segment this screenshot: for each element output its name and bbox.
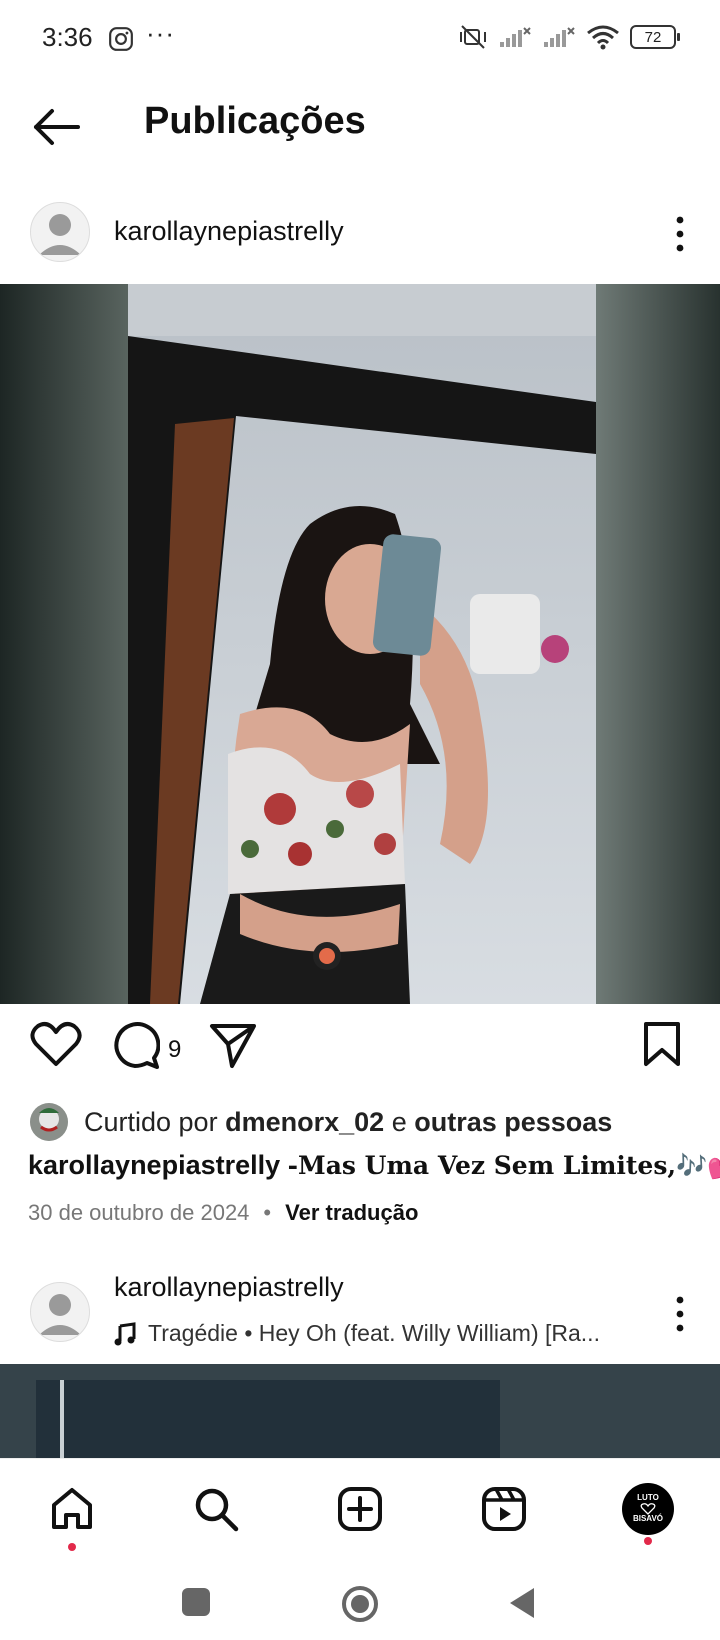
signal-2-icon [544,27,575,47]
nav-profile[interactable]: LUTO BISAVÓ [618,1479,678,1539]
caption-username[interactable]: karollaynepiastrelly [28,1150,280,1180]
top-bar: Publicações [0,82,720,172]
likes-line[interactable]: Curtido por dmenorx_02 e outras pessoas [30,1100,612,1144]
avatar[interactable] [30,1282,90,1342]
likes-prefix: Curtido por [84,1106,218,1137]
profile-notification-dot [644,1537,652,1545]
reels-icon [482,1487,526,1531]
post-image[interactable] [0,1364,720,1460]
battery-icon: 72 [630,25,680,49]
back-arrow-icon[interactable] [28,102,84,152]
post-date: 30 de outubro de 2024 [28,1200,250,1225]
nav-reels[interactable] [474,1479,534,1539]
system-navigation-bar [0,1566,720,1640]
separator: • [263,1200,272,1225]
music-note-icon [114,1321,136,1345]
back-button[interactable] [506,1586,538,1620]
likes-others[interactable]: outras pessoas [414,1107,612,1138]
battery-level: 72 [644,28,662,46]
nav-home[interactable] [42,1479,102,1539]
comment-count[interactable]: 9 [168,1036,181,1064]
music-track: Tragédie • Hey Oh (feat. Willy William) … [148,1320,600,1346]
instagram-notification-icon [109,27,133,51]
more-options-icon[interactable] [668,1292,692,1336]
likes-conjunction: e [391,1106,407,1137]
music-attribution[interactable]: Tragédie • Hey Oh (feat. Willy William) … [114,1320,600,1347]
search-icon [195,1488,239,1532]
vibrate-off-icon [460,25,486,49]
default-avatar-icon [39,1294,81,1335]
post-actions: 9 [0,1020,720,1080]
liker-avatar [30,1103,68,1141]
more-notifications-icon: ··· [146,18,175,48]
signal-1-icon [500,27,531,47]
default-avatar-icon [39,214,81,255]
profile-avatar: LUTO BISAVÓ [622,1483,674,1535]
post-image[interactable] [0,284,720,1004]
home-button[interactable] [340,1586,380,1626]
see-translation-link[interactable]: Ver tradução [285,1200,418,1226]
home-notification-dot [68,1543,76,1551]
avatar[interactable] [30,202,90,262]
bottom-navigation: LUTO BISAVÓ [0,1458,720,1567]
profile-badge-line2: BISAVÓ [632,1514,664,1523]
recent-apps-button[interactable] [180,1586,212,1618]
status-icons: 72 [458,24,680,50]
status-bar: 3:36 ··· 72 [0,0,720,80]
comment-icon[interactable] [110,1020,160,1070]
save-bookmark-icon[interactable] [642,1020,682,1068]
nav-create[interactable] [330,1479,390,1539]
home-icon [52,1488,92,1529]
profile-badge-line1: LUTO [637,1493,659,1503]
mirror-selfie-photo [0,284,720,1004]
post-meta: 30 de outubro de 2024 • Ver tradução [28,1200,418,1226]
next-post-photo [0,1364,720,1460]
post-username[interactable]: karollaynepiastrelly [114,1272,344,1303]
create-post-icon [338,1487,382,1531]
more-options-icon[interactable] [668,212,692,256]
post-username[interactable]: karollaynepiastrelly [114,216,344,247]
joker-avatar-icon [30,1103,68,1141]
nav-search[interactable] [186,1479,246,1539]
wifi-icon [587,25,619,50]
page-title: Publicações [144,100,366,142]
caption-text: -Mas Uma Vez Sem Limites,🎶💕 [287,1151,720,1180]
post-header: karollaynepiastrelly [0,192,720,278]
share-send-icon[interactable] [208,1020,258,1070]
post-header: karollaynepiastrelly [0,1272,720,1362]
like-heart-icon[interactable] [30,1020,82,1068]
likes-username[interactable]: dmenorx_02 [225,1107,384,1138]
status-time: 3:36 [42,22,93,52]
post-caption: karollaynepiastrelly -Mas Uma Vez Sem Li… [28,1150,720,1181]
